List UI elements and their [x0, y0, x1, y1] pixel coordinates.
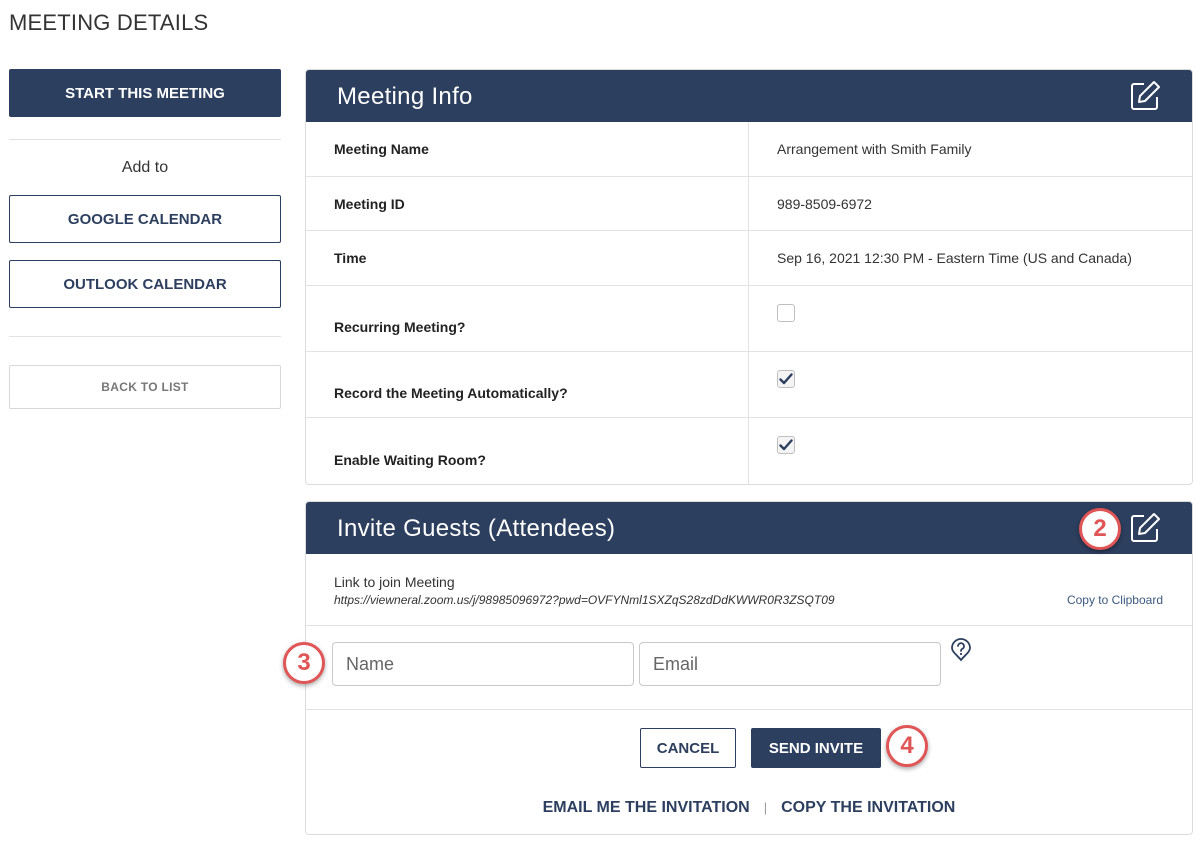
- info-label: Meeting ID: [306, 177, 749, 230]
- edit-icon[interactable]: [1128, 79, 1162, 113]
- info-label: Time: [306, 231, 749, 285]
- info-row-record: Record the Meeting Automatically?: [306, 351, 1192, 417]
- email-input[interactable]: [639, 642, 941, 686]
- invite-guests-header: Invite Guests (Attendees): [306, 502, 1192, 554]
- invite-guests-title: Invite Guests (Attendees): [337, 515, 616, 542]
- sidebar: START THIS MEETING Add to GOOGLE CALENDA…: [9, 69, 281, 409]
- meeting-info-title: Meeting Info: [337, 83, 473, 110]
- info-label: Record the Meeting Automatically?: [306, 352, 749, 417]
- join-link-url: https://viewneral.zoom.us/j/98985096972?…: [334, 593, 835, 607]
- info-label: Recurring Meeting?: [306, 286, 749, 351]
- invite-actions: CANCEL SEND INVITE EMAIL ME THE INVITATI…: [306, 710, 1192, 834]
- link-separator: |: [763, 800, 768, 815]
- page-title: MEETING DETAILS: [9, 10, 209, 35]
- meeting-name-value: Arrangement with Smith Family: [777, 141, 972, 157]
- waiting-room-checkbox[interactable]: [777, 436, 795, 454]
- meeting-info-table: Meeting Name Arrangement with Smith Fami…: [306, 122, 1192, 484]
- back-to-list-button[interactable]: BACK TO LIST: [9, 365, 281, 409]
- callout-badge-2: 2: [1079, 508, 1121, 550]
- join-link-label: Link to join Meeting: [334, 574, 455, 590]
- record-checkbox[interactable]: [777, 370, 795, 388]
- info-row-meeting-name: Meeting Name Arrangement with Smith Fami…: [306, 122, 1192, 176]
- cancel-button[interactable]: CANCEL: [640, 728, 736, 768]
- check-icon: [779, 373, 793, 385]
- time-value: Sep 16, 2021 12:30 PM - Eastern Time (US…: [777, 250, 1132, 266]
- divider: [9, 336, 281, 337]
- meeting-info-header: Meeting Info: [306, 70, 1192, 122]
- info-row-recurring: Recurring Meeting?: [306, 285, 1192, 351]
- help-icon[interactable]: [950, 638, 972, 662]
- info-row-meeting-id: Meeting ID 989-8509-6972: [306, 176, 1192, 230]
- info-row-waiting-room: Enable Waiting Room?: [306, 417, 1192, 484]
- meeting-info-panel: Meeting Info Meeting Name Arrangement wi…: [305, 69, 1193, 485]
- add-to-label: Add to: [121, 159, 169, 176]
- info-label: Enable Waiting Room?: [306, 418, 749, 484]
- copy-invitation-link[interactable]: COPY THE INVITATION: [781, 799, 955, 816]
- recurring-checkbox[interactable]: [777, 304, 795, 322]
- divider: [9, 139, 281, 140]
- name-input[interactable]: [332, 642, 634, 686]
- google-calendar-button[interactable]: GOOGLE CALENDAR: [9, 195, 281, 243]
- callout-badge-3: 3: [283, 642, 325, 684]
- send-invite-button[interactable]: SEND INVITE: [751, 728, 881, 768]
- edit-icon[interactable]: [1128, 511, 1162, 545]
- check-icon: [779, 439, 793, 451]
- info-row-time: Time Sep 16, 2021 12:30 PM - Eastern Tim…: [306, 230, 1192, 285]
- meeting-id-value: 989-8509-6972: [777, 195, 872, 212]
- outlook-calendar-button[interactable]: OUTLOOK CALENDAR: [9, 260, 281, 308]
- recurring-value: [749, 286, 1192, 351]
- waiting-room-value: [749, 418, 1192, 484]
- join-link-section: Link to join Meeting https://viewneral.z…: [306, 554, 1192, 626]
- invitation-links: EMAIL ME THE INVITATION | COPY THE INVITAT…: [306, 799, 1192, 817]
- record-value: [749, 352, 1192, 417]
- guest-inputs-section: [306, 626, 1192, 710]
- info-label: Meeting Name: [306, 122, 749, 176]
- callout-badge-4: 4: [886, 725, 928, 767]
- email-me-invitation-link[interactable]: EMAIL ME THE INVITATION: [543, 799, 750, 816]
- copy-to-clipboard-link[interactable]: Copy to Clipboard: [1067, 593, 1163, 607]
- start-meeting-button[interactable]: START THIS MEETING: [9, 69, 281, 117]
- invite-guests-panel: Invite Guests (Attendees) Link to join M…: [305, 501, 1193, 835]
